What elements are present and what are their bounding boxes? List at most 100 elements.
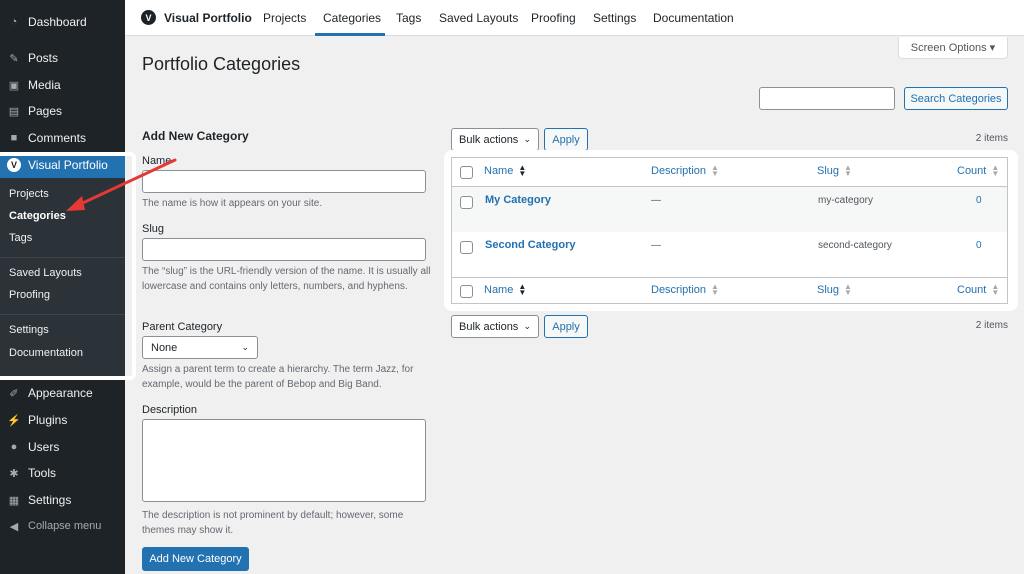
tab-categories[interactable]: Categories — [323, 11, 381, 25]
column-label: Count — [957, 165, 987, 177]
menu-label: Tools — [28, 466, 57, 480]
search-categories-button[interactable]: Search Categories — [904, 87, 1008, 110]
screen-options-button[interactable]: Screen Options ▾ — [898, 37, 1008, 59]
menu-settings[interactable]: ▦ Settings — [0, 487, 125, 513]
menu-label: Appearance — [28, 386, 93, 400]
search-input[interactable] — [759, 87, 895, 110]
plugin-icon: ⚡ — [7, 414, 21, 427]
category-count-link[interactable]: 0 — [976, 240, 982, 251]
column-label: Name — [484, 284, 514, 296]
sort-icon: ▲ ▼ — [711, 282, 719, 297]
column-description[interactable]: Description ▲ ▼ — [651, 164, 719, 178]
menu-media[interactable]: ▣ Media — [0, 72, 125, 98]
menu-pages[interactable]: ▤ Pages — [0, 98, 125, 124]
row-checkbox[interactable] — [460, 196, 473, 209]
tab-tags[interactable]: Tags — [396, 11, 421, 25]
categories-table: Name ▲ ▼ Description ▲ ▼ Slug ▲ ▼ Count ▲ ▼ … — [451, 157, 1008, 304]
menu-users[interactable]: ● Users — [0, 434, 125, 460]
category-slug: second-category — [818, 240, 892, 251]
plugin-top-nav: V Visual Portfolio Projects Categories T… — [125, 0, 1024, 36]
table-header-row: Name ▲ ▼ Description ▲ ▼ Slug ▲ ▼ Count ▲ ▼ — [452, 158, 1007, 186]
menu-label: Comments — [28, 131, 87, 145]
bulk-actions-select[interactable]: Bulk actions ⌄ — [451, 315, 539, 338]
column-name[interactable]: Name ▲ ▼ — [484, 164, 526, 178]
column-name[interactable]: Name ▲ ▼ — [484, 282, 527, 297]
items-count: 2 items — [975, 320, 1008, 331]
visual-portfolio-logo-icon: V — [141, 10, 156, 25]
column-slug[interactable]: Slug ▲ ▼ — [817, 283, 852, 297]
wrench-icon: ✱ — [9, 467, 19, 480]
name-help: The name is how it appears on your site. — [142, 198, 323, 209]
items-count: 2 items — [975, 133, 1008, 144]
select-all-checkbox[interactable] — [460, 166, 473, 179]
menu-label: Pages — [28, 104, 63, 118]
menu-label: Settings — [28, 493, 72, 507]
form-heading: Add New Category — [142, 129, 249, 143]
column-count[interactable]: Count ▲ ▼ — [957, 283, 999, 297]
chevron-down-icon: ⌄ — [523, 321, 531, 331]
tab-saved-layouts[interactable]: Saved Layouts — [439, 11, 518, 25]
category-name-link[interactable]: Second Category — [485, 239, 575, 251]
sort-icon: ▲ ▼ — [844, 163, 852, 178]
parent-label: Parent Category — [142, 321, 223, 333]
column-description[interactable]: Description ▲ ▼ — [651, 282, 719, 297]
chevron-down-icon: ⌄ — [241, 342, 249, 352]
menu-tools[interactable]: ✱ Tools — [0, 460, 125, 486]
settings-icon: ▦ — [8, 494, 20, 507]
parent-category-select[interactable]: None ⌄ — [142, 336, 258, 359]
tab-projects[interactable]: Projects — [263, 11, 306, 25]
select-all-checkbox[interactable] — [460, 285, 473, 298]
comments-icon: ■ — [10, 132, 18, 144]
name-field[interactable] — [142, 170, 426, 193]
column-label: Description — [651, 284, 707, 296]
table-row: Second Category — second-category 0 — [452, 232, 1007, 277]
column-label: Name — [484, 165, 514, 177]
parent-select-value: None — [151, 341, 178, 354]
menu-label: Media — [28, 78, 61, 92]
sort-icon: ▲ ▼ — [518, 282, 527, 297]
column-label: Count — [957, 284, 987, 296]
bulk-actions-label: Bulk actions — [459, 133, 519, 146]
category-slug: my-category — [818, 195, 874, 206]
sort-icon: ▲ ▼ — [991, 163, 1000, 178]
menu-label: Plugins — [28, 413, 68, 427]
table-row: My Category — my-category 0 — [452, 187, 1007, 232]
chevron-down-icon: ⌄ — [523, 134, 531, 144]
menu-comments[interactable]: ■ Comments — [0, 125, 125, 151]
tab-settings[interactable]: Settings — [593, 11, 636, 25]
column-label: Slug — [817, 284, 840, 296]
apply-button[interactable]: Apply — [544, 128, 588, 151]
column-count[interactable]: Count ▲ ▼ — [957, 163, 1000, 178]
column-slug[interactable]: Slug ▲ ▼ — [817, 163, 852, 178]
bulk-actions-select[interactable]: Bulk actions ⌄ — [451, 128, 539, 151]
dashboard-icon: ◔ — [10, 16, 18, 28]
media-icon: ▣ — [8, 79, 20, 92]
parent-help: Assign a parent term to create a hierarc… — [142, 364, 414, 390]
slug-label: Slug — [142, 223, 165, 235]
brand-label: Visual Portfolio — [164, 10, 252, 25]
menu-label: Posts — [28, 51, 59, 65]
bulk-actions-label: Bulk actions — [459, 320, 519, 333]
menu-plugins[interactable]: ⚡ Plugins — [0, 407, 125, 433]
menu-posts[interactable]: ✎ Posts — [0, 45, 125, 71]
pin-icon: ✎ — [9, 52, 19, 65]
menu-appearance[interactable]: ✐ Appearance — [0, 380, 125, 406]
tab-proofing[interactable]: Proofing — [531, 11, 576, 25]
collapse-menu-button[interactable]: ◀ Collapse menu — [0, 513, 125, 539]
category-description: — — [651, 240, 661, 251]
menu-label: Users — [28, 440, 60, 454]
apply-button[interactable]: Apply — [544, 315, 588, 338]
tab-documentation[interactable]: Documentation — [653, 11, 734, 25]
row-checkbox[interactable] — [460, 241, 473, 254]
plugin-brand[interactable]: V Visual Portfolio — [141, 10, 252, 25]
add-new-category-button[interactable]: Add New Category — [142, 547, 249, 571]
slug-field[interactable] — [142, 238, 426, 261]
category-name-link[interactable]: My Category — [485, 194, 551, 206]
column-label: Description — [651, 165, 707, 177]
menu-dashboard[interactable]: ◔ Dashboard — [0, 9, 125, 35]
menu-label: Dashboard — [28, 15, 87, 29]
category-count-link[interactable]: 0 — [976, 195, 982, 206]
active-tab-indicator — [315, 33, 385, 36]
description-field[interactable] — [142, 419, 426, 502]
annotation-arrow-icon — [66, 158, 177, 211]
